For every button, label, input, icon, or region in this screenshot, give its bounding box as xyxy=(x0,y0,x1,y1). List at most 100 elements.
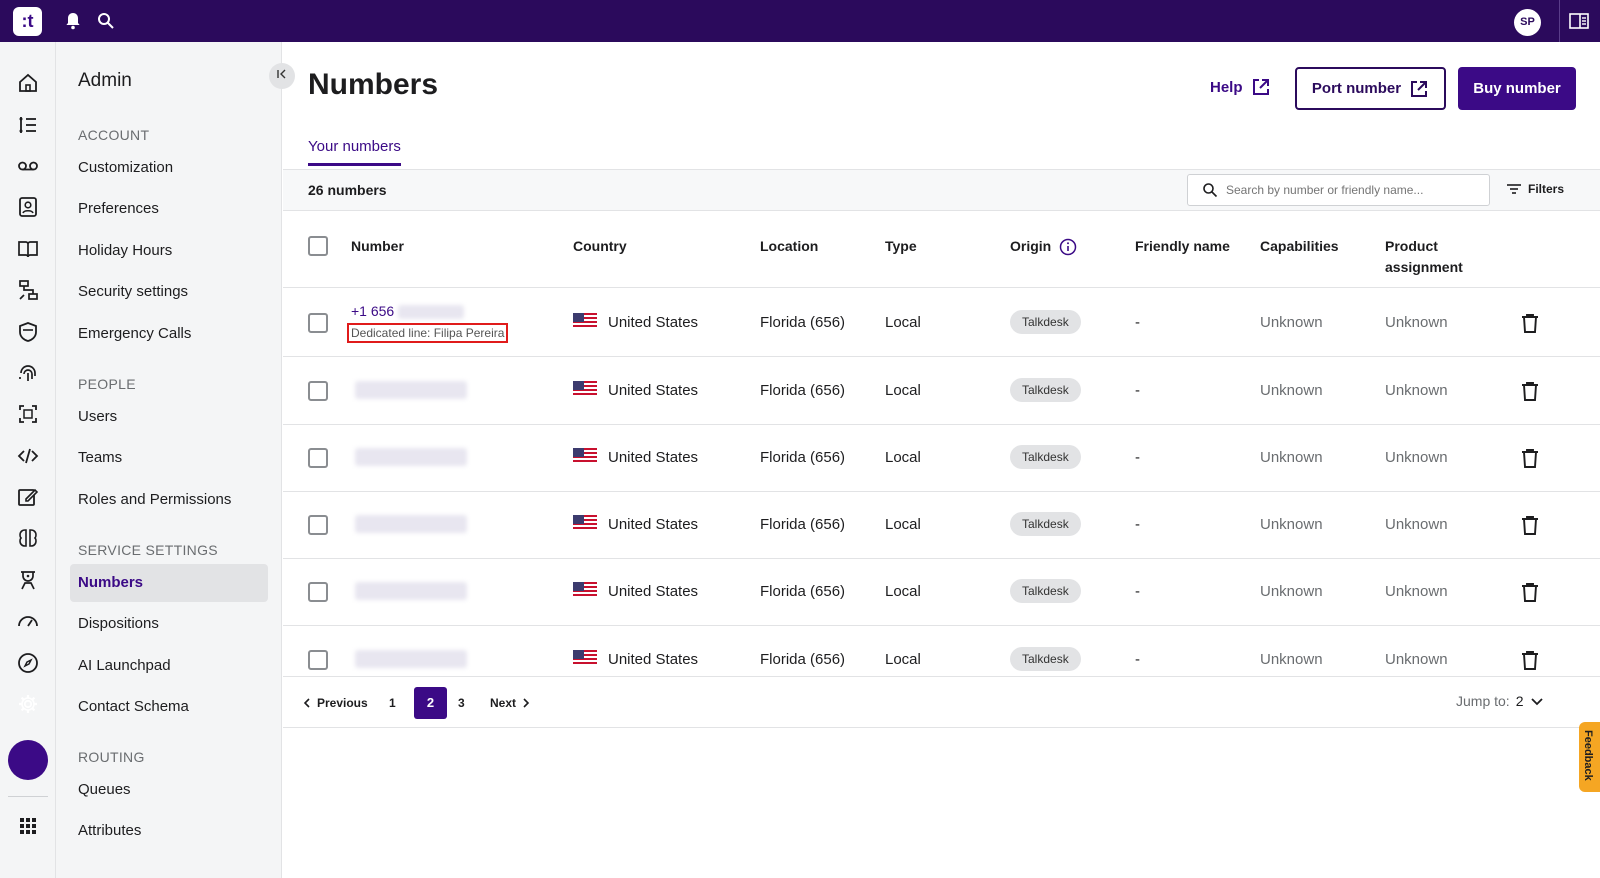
section-routing: ROUTING xyxy=(78,749,145,765)
page-1-button[interactable]: 1 xyxy=(389,696,396,710)
next-page-button[interactable]: Next xyxy=(490,696,532,710)
table-toolbar: 26 numbers Filters xyxy=(283,170,1600,211)
type-cell: Local xyxy=(885,314,921,331)
redacted-number[interactable] xyxy=(355,515,467,533)
origin-badge: Talkdesk xyxy=(1010,647,1081,671)
redacted-number[interactable] xyxy=(355,448,467,466)
app-grid-icon[interactable] xyxy=(16,814,40,838)
app-logo[interactable]: :t xyxy=(13,7,42,36)
dedicated-line-label: Dedicated line: Filipa Pereira xyxy=(347,323,509,343)
friendly-name-cell: - xyxy=(1135,516,1140,533)
previous-page-button[interactable]: Previous xyxy=(301,696,368,710)
jump-to-select[interactable]: Jump to: 2 xyxy=(1456,693,1544,709)
table-row[interactable]: United States Florida (656) Local Talkde… xyxy=(283,491,1600,559)
table-row[interactable]: United States Florida (656) Local Talkde… xyxy=(283,424,1600,492)
trash-icon[interactable] xyxy=(1521,650,1539,670)
sidebar-item-queues[interactable]: Queues xyxy=(70,771,268,809)
select-all-checkbox[interactable] xyxy=(308,236,328,256)
row-checkbox[interactable] xyxy=(308,515,328,535)
table-row[interactable]: United States Florida (656) Local Talkde… xyxy=(283,626,1600,676)
jump-value: 2 xyxy=(1515,693,1524,709)
help-link[interactable]: Help xyxy=(1210,77,1271,97)
header-type[interactable]: Type xyxy=(885,236,917,257)
sidebar-item-teams[interactable]: Teams xyxy=(70,439,268,477)
search-box[interactable] xyxy=(1187,174,1490,206)
home-icon[interactable] xyxy=(16,71,40,95)
number-link[interactable]: +1 656 xyxy=(351,303,465,320)
fingerprint-icon[interactable] xyxy=(16,361,40,385)
external-link-icon xyxy=(1252,79,1269,95)
sidebar-item-security-settings[interactable]: Security settings xyxy=(70,273,268,311)
country-cell: United States xyxy=(608,516,699,533)
location-cell: Florida (656) xyxy=(760,382,846,399)
header-product-assignment[interactable]: Product assignment xyxy=(1385,236,1463,278)
table-row[interactable]: United States Florida (656) Local Talkde… xyxy=(283,558,1600,626)
trash-icon[interactable] xyxy=(1521,515,1539,535)
port-number-button[interactable]: Port number xyxy=(1295,67,1446,110)
gear-icon[interactable] xyxy=(16,692,40,716)
code-icon[interactable] xyxy=(16,444,40,468)
bell-icon[interactable] xyxy=(63,11,83,31)
row-checkbox[interactable] xyxy=(308,381,328,401)
search-icon[interactable] xyxy=(96,11,116,31)
agent-icon[interactable] xyxy=(16,568,40,592)
sidebar-item-roles-permissions[interactable]: Roles and Permissions xyxy=(70,481,268,519)
header-friendly-name[interactable]: Friendly name xyxy=(1135,236,1230,257)
tab-your-numbers[interactable]: Your numbers xyxy=(308,138,401,166)
ai-brain-icon[interactable] xyxy=(16,527,40,551)
header-capabilities[interactable]: Capabilities xyxy=(1260,236,1339,257)
page-2-button[interactable]: 2 xyxy=(414,687,447,719)
contacts-icon[interactable] xyxy=(16,195,40,219)
flow-icon[interactable] xyxy=(16,278,40,302)
edit-icon[interactable] xyxy=(16,485,40,509)
help-label: Help xyxy=(1210,78,1243,96)
redacted-number[interactable] xyxy=(355,650,467,668)
info-icon[interactable] xyxy=(1059,238,1077,256)
sidebar-item-holiday-hours[interactable]: Holiday Hours xyxy=(70,232,268,270)
panel-toggle-icon[interactable] xyxy=(1569,11,1589,31)
sidebar-item-ai-launchpad[interactable]: AI Launchpad xyxy=(70,647,268,685)
row-checkbox[interactable] xyxy=(308,582,328,602)
feedback-tab[interactable]: Feedback xyxy=(1579,722,1600,792)
admin-sidebar: Admin ACCOUNT Customization Preferences … xyxy=(56,42,295,878)
compass-icon[interactable] xyxy=(16,651,40,675)
trash-icon[interactable] xyxy=(1521,448,1539,468)
sidebar-item-preferences[interactable]: Preferences xyxy=(70,190,268,228)
row-checkbox[interactable] xyxy=(308,448,328,468)
trash-icon[interactable] xyxy=(1521,381,1539,401)
filters-button[interactable]: Filters xyxy=(1506,182,1564,196)
list-icon[interactable] xyxy=(16,113,40,137)
sidebar-item-dispositions[interactable]: Dispositions xyxy=(70,605,268,643)
user-avatar[interactable]: SP xyxy=(1514,9,1541,36)
sidebar-item-contact-schema[interactable]: Contact Schema xyxy=(70,688,268,726)
redacted-number[interactable] xyxy=(355,381,467,399)
voicemail-icon[interactable] xyxy=(16,154,40,178)
row-checkbox[interactable] xyxy=(308,650,328,670)
row-checkbox[interactable] xyxy=(308,313,328,333)
screen-capture-icon[interactable] xyxy=(16,402,40,426)
sidebar-item-emergency-calls[interactable]: Emergency Calls xyxy=(70,315,268,353)
capabilities-cell: Unknown xyxy=(1260,314,1323,331)
header-location[interactable]: Location xyxy=(760,236,818,257)
redacted-number[interactable] xyxy=(355,582,467,600)
trash-icon[interactable] xyxy=(1521,582,1539,602)
header-country[interactable]: Country xyxy=(573,236,627,257)
search-input[interactable] xyxy=(1226,183,1456,197)
knowledge-icon[interactable] xyxy=(16,237,40,261)
table-row[interactable]: United States Florida (656) Local Talkde… xyxy=(283,357,1600,425)
sidebar-item-users[interactable]: Users xyxy=(70,398,268,436)
sidebar-item-customization[interactable]: Customization xyxy=(70,149,268,187)
header-origin-label: Origin xyxy=(1010,238,1052,254)
sidebar-item-numbers[interactable]: Numbers xyxy=(70,564,268,602)
shield-icon[interactable] xyxy=(16,320,40,344)
trash-icon[interactable] xyxy=(1521,313,1539,333)
header-number[interactable]: Number xyxy=(351,236,404,257)
dashboard-gauge-icon[interactable] xyxy=(16,609,40,633)
buy-number-button[interactable]: Buy number xyxy=(1458,67,1576,110)
table-row[interactable]: +1 656 Dedicated line: Filipa Pereira Un… xyxy=(283,289,1600,357)
sidebar-item-attributes[interactable]: Attributes xyxy=(70,812,268,850)
header-origin[interactable]: Origin xyxy=(1010,236,1077,257)
friendly-name-cell: - xyxy=(1135,382,1140,399)
admin-rail-button[interactable] xyxy=(8,740,48,780)
page-3-button[interactable]: 3 xyxy=(458,696,465,710)
